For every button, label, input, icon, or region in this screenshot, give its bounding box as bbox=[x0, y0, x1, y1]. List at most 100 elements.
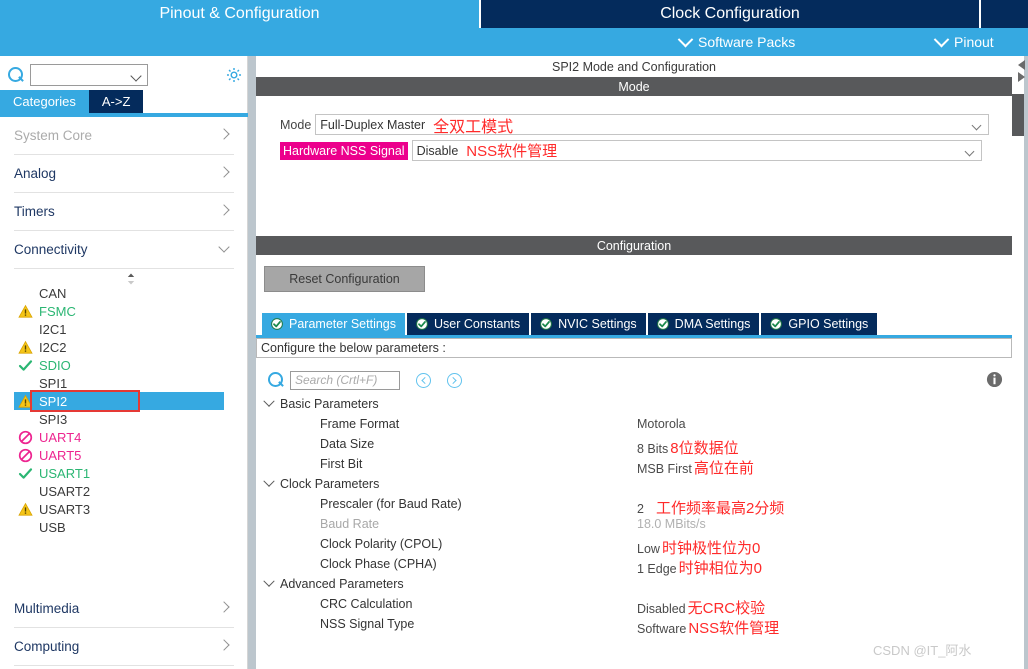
peripheral-label: I2C2 bbox=[39, 339, 67, 355]
peripheral-item-i2c1[interactable]: I2C1 bbox=[14, 320, 234, 338]
peripheral-label: USART1 bbox=[39, 465, 91, 481]
chevron-down-icon bbox=[130, 70, 142, 82]
panel-splitter[interactable] bbox=[248, 56, 256, 669]
mode-annotation: 全双工模式 bbox=[433, 118, 514, 136]
peripheral-item-usb[interactable]: USB bbox=[14, 518, 234, 536]
parameter-tree: Basic Parameters Frame Format Motorola Data… bbox=[256, 395, 1012, 637]
sidebar-tab-categories[interactable]: Categories bbox=[0, 90, 89, 113]
parameter-value: Software NSS软件管理 bbox=[637, 620, 780, 637]
menu-pinout[interactable]: Pinout bbox=[933, 28, 994, 56]
peripheral-item-spi1[interactable]: SPI1 bbox=[14, 374, 234, 392]
peripheral-item-fsmc[interactable]: FSMC bbox=[14, 302, 234, 320]
parameter-name: CRC Calculation bbox=[320, 597, 413, 611]
parameter-row[interactable]: First Bit MSB First 高位在前 bbox=[256, 455, 1012, 477]
mode-label: Mode bbox=[280, 117, 312, 132]
peripheral-item-i2c2[interactable]: I2C2 bbox=[14, 338, 234, 356]
parameter-row[interactable]: NSS Signal Type Software NSS软件管理 bbox=[256, 615, 1012, 637]
configuration-panel: SPI2 Mode and Configuration Mode Mode Fu… bbox=[256, 56, 1028, 669]
tab-clock-configuration[interactable]: Clock Configuration bbox=[479, 0, 981, 28]
config-tab-nvic-settings[interactable]: NVIC Settings bbox=[531, 313, 646, 335]
chevron-right-icon bbox=[218, 601, 230, 613]
config-tab-label: NVIC Settings bbox=[558, 317, 637, 331]
sidebar-category-computing[interactable]: Computing bbox=[14, 628, 234, 666]
parameter-search-input[interactable]: Search (Crtl+F) bbox=[290, 370, 400, 390]
peripheral-item-spi2[interactable]: SPI2 bbox=[14, 392, 224, 410]
parameter-row[interactable]: Clock Phase (CPHA) 1 Edge 时钟相位为0 bbox=[256, 555, 1012, 577]
parameter-name: First Bit bbox=[320, 457, 363, 471]
status-ok-icon bbox=[656, 318, 669, 330]
config-tab-parameter-settings[interactable]: Parameter Settings bbox=[262, 313, 405, 335]
parameter-search-row: Search (Crtl+F) bbox=[260, 367, 1016, 393]
gear-icon[interactable] bbox=[225, 66, 243, 84]
blocked-icon bbox=[18, 430, 33, 445]
peripheral-item-can[interactable]: CAN bbox=[14, 284, 234, 302]
peripheral-item-uart4[interactable]: UART4 bbox=[14, 428, 234, 446]
parameter-row[interactable]: Frame Format Motorola bbox=[256, 415, 1012, 435]
parameter-name: Baud Rate bbox=[320, 517, 380, 531]
sidebar-category-system-core[interactable]: System Core bbox=[14, 117, 234, 155]
sidebar-tab-a-to-z[interactable]: A->Z bbox=[88, 90, 144, 113]
parameter-group-header: Basic Parameters bbox=[263, 395, 379, 411]
peripheral-item-spi3[interactable]: SPI3 bbox=[14, 410, 234, 428]
peripheral-item-usart1[interactable]: USART1 bbox=[14, 464, 234, 482]
peripheral-item-usart2[interactable]: USART2 bbox=[14, 482, 234, 500]
collapse-panel-arrows-icon[interactable] bbox=[1014, 58, 1028, 94]
sidebar-category-timers[interactable]: Timers bbox=[14, 193, 234, 231]
peripheral-list: CAN FSMC I2C1 I2C2 SDIO SPI1 SPI2 SPI3 UART4 UART… bbox=[14, 284, 234, 536]
left-sidebar: Categories A->Z System Core Analog Timer… bbox=[0, 56, 248, 669]
tab-pinout-configuration[interactable]: Pinout & Configuration bbox=[0, 0, 479, 28]
sidebar-category-multimedia[interactable]: Multimedia bbox=[14, 590, 234, 628]
parameter-name: Data Size bbox=[320, 437, 375, 451]
vertical-scrollbar-track[interactable] bbox=[1012, 56, 1024, 669]
config-tab-row: Parameter Settings User Constants NVIC Set… bbox=[262, 313, 878, 335]
parameter-row[interactable]: Baud Rate 18.0 MBits/s bbox=[256, 515, 1012, 535]
peripheral-label: USART2 bbox=[39, 483, 91, 499]
sidebar-category-analog[interactable]: Analog bbox=[14, 155, 234, 193]
check-icon bbox=[18, 468, 33, 479]
mode-dropdown[interactable]: Full-Duplex Master 全双工模式 bbox=[315, 114, 990, 136]
sidebar-search-combo[interactable] bbox=[30, 64, 148, 86]
vertical-scrollbar-thumb[interactable] bbox=[1012, 94, 1024, 136]
blocked-icon bbox=[18, 448, 33, 463]
hardware-nss-value: Disable bbox=[416, 143, 459, 158]
config-tab-label: Parameter Settings bbox=[289, 317, 396, 331]
chevron-down-icon bbox=[971, 120, 982, 131]
peripheral-item-uart5[interactable]: UART5 bbox=[14, 446, 234, 464]
next-match-button[interactable] bbox=[447, 372, 462, 388]
configuration-body: Reset Configuration Parameter Settings Us… bbox=[256, 255, 1012, 669]
chevron-down-icon bbox=[933, 31, 950, 47]
parameter-group-header: Clock Parameters bbox=[263, 475, 379, 491]
configuration-section-header: Configuration bbox=[256, 236, 1012, 255]
config-tab-user-constants[interactable]: User Constants bbox=[407, 313, 530, 335]
sidebar-category-connectivity[interactable]: Connectivity bbox=[14, 231, 234, 269]
category-label: Timers bbox=[14, 204, 55, 219]
parameter-group-advanced-parameters[interactable]: Advanced Parameters bbox=[256, 575, 1012, 595]
parameter-annotation: NSS软件管理 bbox=[688, 620, 780, 637]
configure-hint-bar: Configure the below parameters : bbox=[256, 338, 1012, 358]
chevron-down-icon bbox=[263, 395, 275, 407]
parameter-row[interactable]: Clock Polarity (CPOL) Low 时钟极性位为0 bbox=[256, 535, 1012, 557]
parameter-row[interactable]: Data Size 8 Bits 8位数据位 bbox=[256, 435, 1012, 457]
peripheral-item-sdio[interactable]: SDIO bbox=[14, 356, 234, 374]
peripheral-item-usart3[interactable]: USART3 bbox=[14, 500, 234, 518]
chevron-down-icon bbox=[263, 475, 275, 487]
config-tab-gpio-settings[interactable]: GPIO Settings bbox=[761, 313, 878, 335]
parameter-row[interactable]: Prescaler (for Baud Rate) 2 工作频率最高2分频 bbox=[256, 495, 1012, 517]
parameter-group-clock-parameters[interactable]: Clock Parameters bbox=[256, 475, 1012, 495]
menu-software-packs-label: Software Packs bbox=[698, 34, 796, 50]
category-label: System Core bbox=[14, 128, 93, 143]
parameter-group-label: Basic Parameters bbox=[280, 397, 379, 411]
parameter-name: Clock Polarity (CPOL) bbox=[320, 537, 443, 551]
reset-configuration-button[interactable]: Reset Configuration bbox=[264, 266, 425, 292]
previous-match-button[interactable] bbox=[416, 372, 431, 388]
info-icon[interactable] bbox=[986, 371, 1003, 388]
parameter-name: Clock Phase (CPHA) bbox=[320, 557, 437, 571]
parameter-row[interactable]: CRC Calculation Disabled 无CRC校验 bbox=[256, 595, 1012, 617]
search-icon bbox=[268, 371, 285, 389]
parameter-value: 18.0 MBits/s bbox=[637, 517, 706, 531]
menu-software-packs[interactable]: Software Packs bbox=[677, 28, 796, 56]
hardware-nss-dropdown[interactable]: Disable NSS软件管理 bbox=[411, 140, 982, 161]
parameter-group-basic-parameters[interactable]: Basic Parameters bbox=[256, 395, 1012, 415]
mode-section-header: Mode bbox=[256, 77, 1012, 96]
config-tab-dma-settings[interactable]: DMA Settings bbox=[647, 313, 760, 335]
